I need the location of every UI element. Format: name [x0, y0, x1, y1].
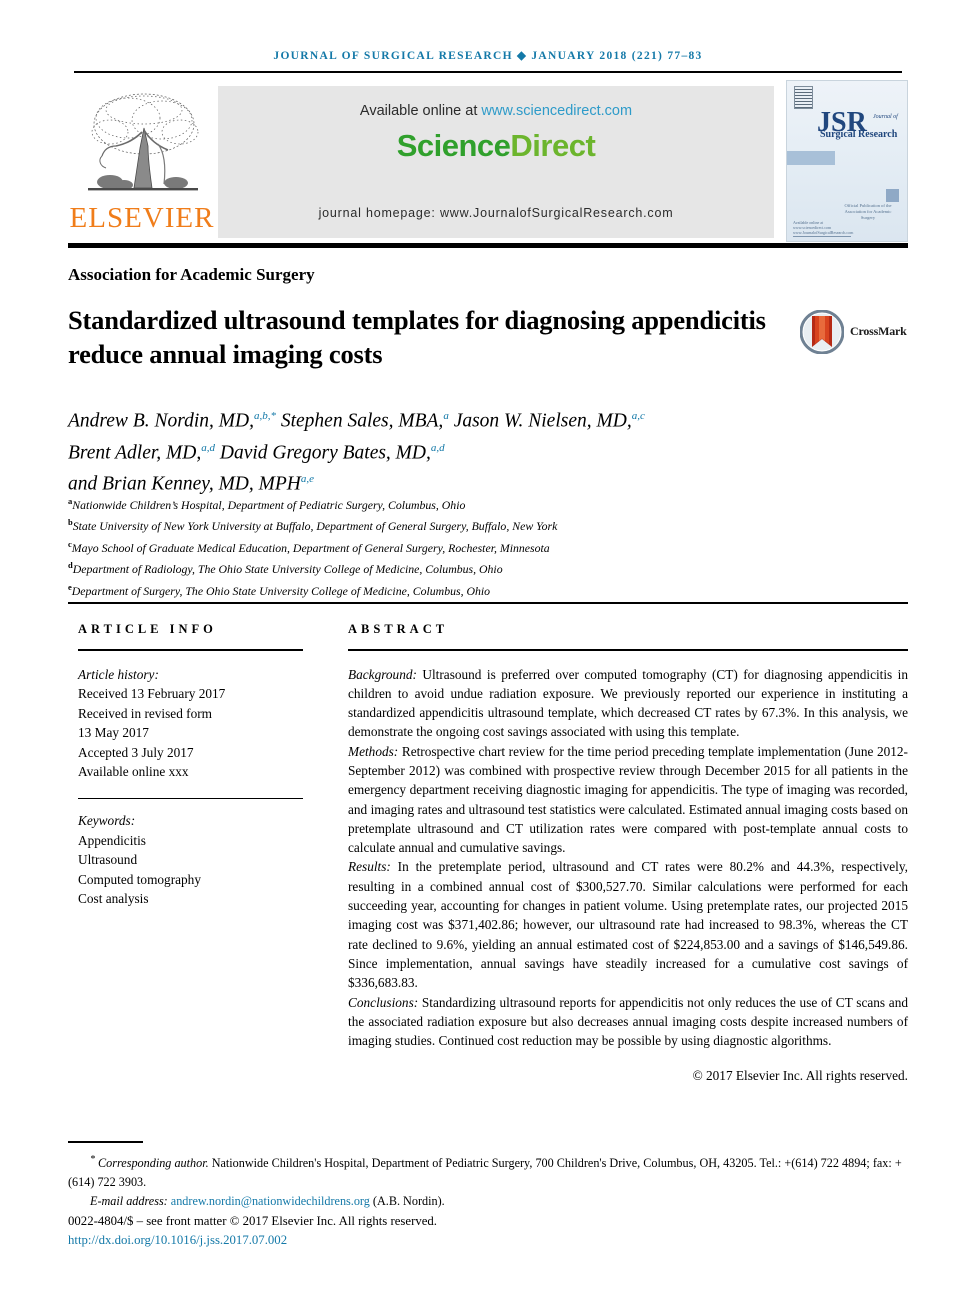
article-info-heading: ARTICLE INFO: [78, 622, 217, 636]
crossmark-label: CrossMark: [850, 324, 907, 338]
corresponding-author-note: * Corresponding author. Nationwide Child…: [68, 1150, 916, 1192]
abstract-section-text: Retrospective chart review for the time …: [348, 743, 908, 856]
article-history-block: Article history: Received 13 February 20…: [78, 665, 308, 782]
available-online-line: Available online at www.sciencedirect.co…: [218, 103, 774, 119]
affiliation-item: cMayo School of Graduate Medical Educati…: [68, 536, 868, 557]
cover-association-line: Official Publication of the Association …: [844, 203, 892, 220]
article-history-line: Accepted 3 July 2017: [78, 744, 194, 760]
author-name: Stephen Sales, MBA,: [275, 410, 444, 432]
elsevier-tree-icon: [80, 88, 206, 204]
abstract-section-top-rule: [68, 602, 908, 604]
cover-footer-rule: [793, 236, 851, 237]
journal-homepage-line[interactable]: journal homepage: www.JournalofSurgicalR…: [218, 206, 774, 220]
elsevier-logo: ELSEVIER: [68, 84, 216, 241]
author-affil-marks: a,c: [631, 410, 645, 422]
abstract-section-text: Ultrasound is preferred over computed to…: [348, 666, 908, 740]
cover-elsevier-mark-icon: [794, 86, 813, 109]
elsevier-wordmark: ELSEVIER: [69, 202, 215, 234]
email-note: E-mail address: andrew.nordin@nationwide…: [68, 1192, 916, 1211]
sciencedirect-word-science: Science: [396, 128, 511, 163]
abstract-column: ABSTRACT Background: Ultrasound is prefe…: [348, 622, 908, 1086]
article-history-line: Received 13 February 2017: [78, 686, 226, 701]
affiliation-item: dDepartment of Radiology, The Ohio State…: [68, 557, 868, 578]
author-name: and Brian Kenney, MD, MPH: [68, 473, 301, 495]
cover-subtitle-large: Surgical Research: [820, 129, 898, 140]
abstract-section-text: In the pretemplate period, ultrasound an…: [348, 859, 908, 991]
article-history-label: Article history:: [78, 666, 159, 682]
keywords-block: Keywords: Appendicitis Ultrasound Comput…: [78, 811, 308, 909]
top-rule: [74, 71, 902, 73]
cover-decoration-bar-left: [787, 151, 835, 165]
affiliation-text: Nationwide Children’s Hospital, Departme…: [72, 497, 466, 512]
cover-subtitle-small: Journal of: [873, 114, 898, 120]
abstract-section: Background: Ultrasound is preferred over…: [348, 665, 908, 742]
author-affil-marks: a,b,*: [253, 410, 276, 422]
keywords-divider-rule: [78, 797, 303, 799]
author-name: David Gregory Bates, MD,: [214, 442, 431, 463]
affiliation-item: eDepartment of Surgery, The Ohio State U…: [68, 579, 868, 600]
keyword-item: Computed tomography: [78, 871, 201, 887]
front-matter-line: 0022-4804/$ – see front matter © 2017 El…: [68, 1214, 438, 1228]
abstract-copyright: © 2017 Elsevier Inc. All rights reserved…: [692, 1068, 908, 1084]
article-first-page: JOURNAL OF SURGICAL RESEARCH ◆ JANUARY 2…: [0, 0, 975, 1305]
page-title: Standardized ultrasound templates for di…: [68, 305, 766, 369]
society-label: Association for Academic Surgery: [68, 265, 315, 284]
abstract-section-label: Methods:: [348, 743, 399, 759]
masthead-bottom-rule: [68, 243, 908, 248]
sciencedirect-banner: Available online at www.sciencedirect.co…: [218, 86, 774, 238]
author-name: Brent Adler, MD,: [68, 442, 202, 463]
affiliation-list: aNationwide Children’s Hospital, Departm…: [68, 493, 868, 600]
footnote-separator-rule: [68, 1141, 143, 1143]
email-suffix: (A.B. Nordin).: [369, 1194, 445, 1209]
abstract-heading: ABSTRACT: [348, 622, 449, 636]
author-affil-marks: a,d: [430, 441, 445, 454]
abstract-section-text: Standardizing ultrasound reports for app…: [348, 994, 908, 1049]
affiliation-text: Department of Surgery, The Ohio State Un…: [71, 583, 491, 598]
sciencedirect-wordmark: ScienceDirect: [218, 128, 774, 164]
journal-cover-thumbnail: JSR Journal of Surgical Research Officia…: [786, 80, 908, 242]
doi-link[interactable]: http://dx.doi.org/10.1016/j.jss.2017.07.…: [68, 1233, 287, 1248]
affiliation-text: Mayo School of Graduate Medical Educatio…: [71, 540, 550, 555]
email-label: E-mail address:: [90, 1194, 168, 1209]
corresponding-author-label: Corresponding author.: [98, 1156, 209, 1171]
keyword-item: Ultrasound: [78, 852, 138, 867]
corresponding-author-marker: *: [90, 1154, 95, 1165]
abstract-body: Background: Ultrasound is preferred over…: [348, 665, 908, 1086]
cover-decoration-bar-right: [886, 189, 899, 202]
affiliation-text: State University of New York University …: [72, 519, 558, 534]
article-history-line: Available online xxx: [78, 764, 189, 779]
abstract-section: Results: In the pretemplate period, ultr…: [348, 857, 908, 992]
keyword-item: Cost analysis: [78, 891, 149, 906]
journal-masthead: ELSEVIER Available online at www.science…: [68, 80, 908, 242]
available-online-prefix: Available online at: [359, 103, 482, 119]
article-history-line: 13 May 2017: [78, 725, 149, 740]
abstract-section-label: Results:: [348, 859, 391, 875]
keyword-item: Appendicitis: [78, 832, 146, 848]
author-affil-marks: a,d: [201, 441, 215, 454]
abstract-section-label: Conclusions:: [348, 994, 419, 1010]
running-head: JOURNAL OF SURGICAL RESEARCH ◆ JANUARY 2…: [273, 50, 703, 62]
author-name: Andrew B. Nordin, MD,: [68, 410, 254, 432]
footnote-block: * Corresponding author. Nationwide Child…: [68, 1150, 916, 1211]
abstract-heading-rule: [348, 649, 908, 651]
abstract-section: Methods: Retrospective chart review for …: [348, 742, 908, 858]
abstract-section: Conclusions: Standardizing ultrasound re…: [348, 993, 908, 1051]
keywords-label: Keywords:: [78, 813, 136, 828]
sciencedirect-word-direct: Direct: [510, 128, 596, 163]
author-name: Jason W. Nielsen, MD,: [448, 410, 632, 432]
cover-footer-line: Available online at www.sciencedirect.co…: [793, 220, 854, 235]
sciencedirect-link[interactable]: www.sciencedirect.com: [481, 103, 632, 119]
abstract-section-label: Background:: [348, 666, 417, 682]
author-affil-marks: a,e: [300, 473, 315, 485]
affiliation-text: Department of Radiology, The Ohio State …: [72, 562, 503, 577]
article-info-heading-rule: [78, 649, 303, 651]
article-history-line: Received in revised form: [78, 705, 213, 721]
affiliation-item: aNationwide Children’s Hospital, Departm…: [68, 493, 868, 514]
affiliation-item: bState University of New York University…: [68, 514, 868, 535]
email-link[interactable]: andrew.nordin@nationwidechildrens.org: [171, 1194, 370, 1208]
crossmark-icon: [799, 309, 845, 355]
article-info-column: ARTICLE INFO Article history: Received 1…: [78, 622, 308, 909]
author-list: Andrew B. Nordin, MD,a,b,* Stephen Sales…: [68, 403, 828, 498]
crossmark-badge[interactable]: CrossMark: [799, 309, 908, 356]
